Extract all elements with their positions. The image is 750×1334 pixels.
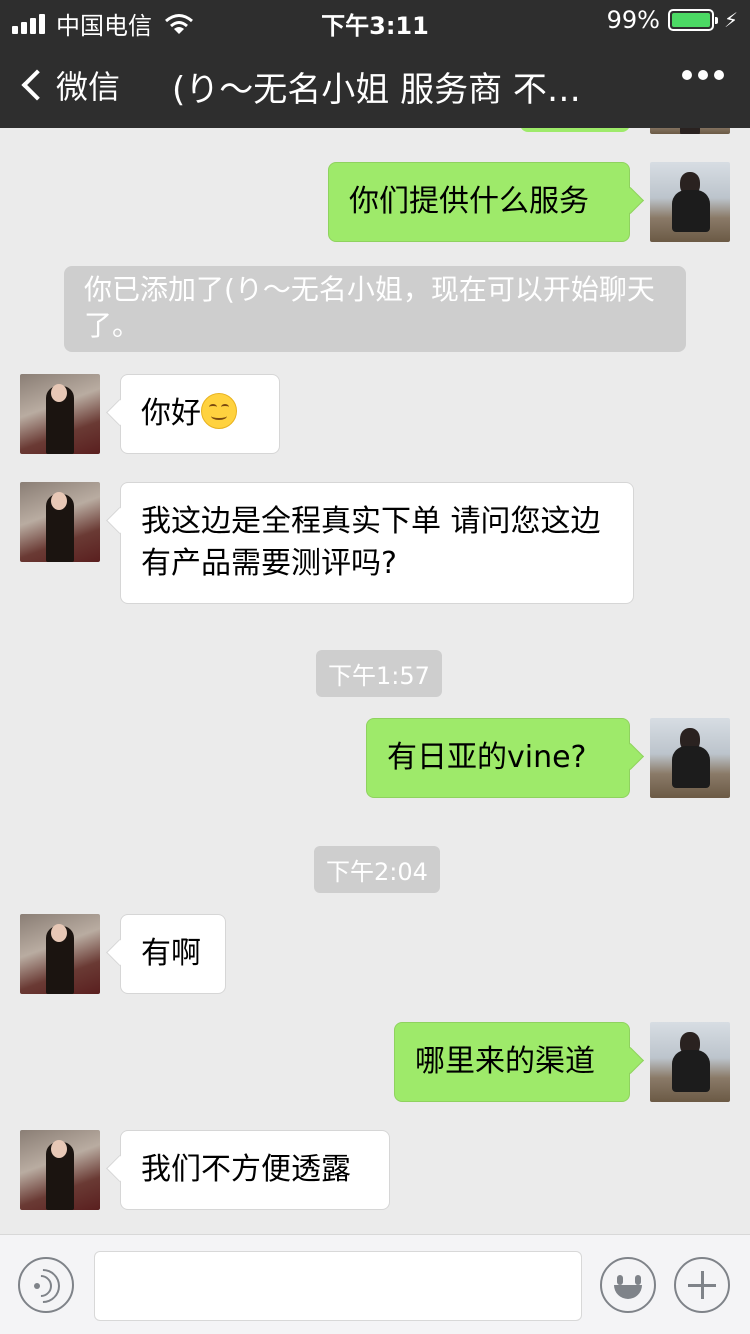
nav-bar: 微信 (り～无名小姐 服务商 不…: [0, 40, 750, 128]
message-bubble-sent[interactable]: 你们提供什么服务: [328, 162, 630, 242]
contact-avatar[interactable]: [20, 914, 100, 994]
message-bubble-sent[interactable]: 有日亚的vine?: [366, 718, 630, 798]
message-input[interactable]: [94, 1251, 582, 1321]
message-timestamp: 下午2:04: [314, 846, 440, 893]
status-bar: 中国电信 下午3:11 99% ⚡: [0, 0, 750, 40]
charging-icon: ⚡: [723, 8, 738, 32]
message-bubble-received[interactable]: 我们不方便透露: [120, 1130, 390, 1210]
message-bubble-received[interactable]: 你好: [120, 374, 280, 454]
more-icon[interactable]: [676, 70, 724, 80]
contact-avatar[interactable]: [20, 1130, 100, 1210]
voice-icon[interactable]: [18, 1257, 74, 1313]
my-avatar[interactable]: [650, 1022, 730, 1102]
top-bar: 中国电信 下午3:11 99% ⚡ 微信 (り～无名小姐 服务商 不…: [0, 0, 750, 128]
my-avatar[interactable]: [650, 162, 730, 242]
smiling-face-icon: [201, 393, 237, 429]
message-timestamp: 下午1:57: [316, 650, 442, 697]
plus-icon[interactable]: [674, 1257, 730, 1313]
contact-avatar[interactable]: [20, 482, 100, 562]
message-text: 你好: [141, 396, 201, 431]
battery-icon: [667, 9, 718, 31]
battery-percent: 99%: [606, 6, 660, 34]
chat-title: (り～无名小姐 服务商 不…: [172, 70, 581, 110]
input-bar: [0, 1234, 750, 1334]
message-bubble-sent[interactable]: 哪里来的渠道: [394, 1022, 630, 1102]
back-button[interactable]: 微信: [18, 62, 120, 108]
back-label: 微信: [56, 68, 121, 106]
chat-area[interactable]: 你们提供什么服务 你已添加了(り～无名小姐，现在可以开始聊天了。 你好 我这边是…: [0, 128, 750, 1234]
partial-message: [520, 128, 630, 132]
system-notice: 你已添加了(り～无名小姐，现在可以开始聊天了。: [64, 266, 686, 352]
emoji-icon[interactable]: [600, 1257, 656, 1313]
contact-avatar[interactable]: [20, 374, 100, 454]
my-avatar[interactable]: [650, 718, 730, 798]
chevron-left-icon: [21, 69, 53, 101]
message-bubble-received[interactable]: 有啊: [120, 914, 226, 994]
message-bubble-received[interactable]: 我这边是全程真实下单 请问您这边有产品需要测评吗?: [120, 482, 634, 604]
my-avatar[interactable]: [650, 128, 730, 134]
